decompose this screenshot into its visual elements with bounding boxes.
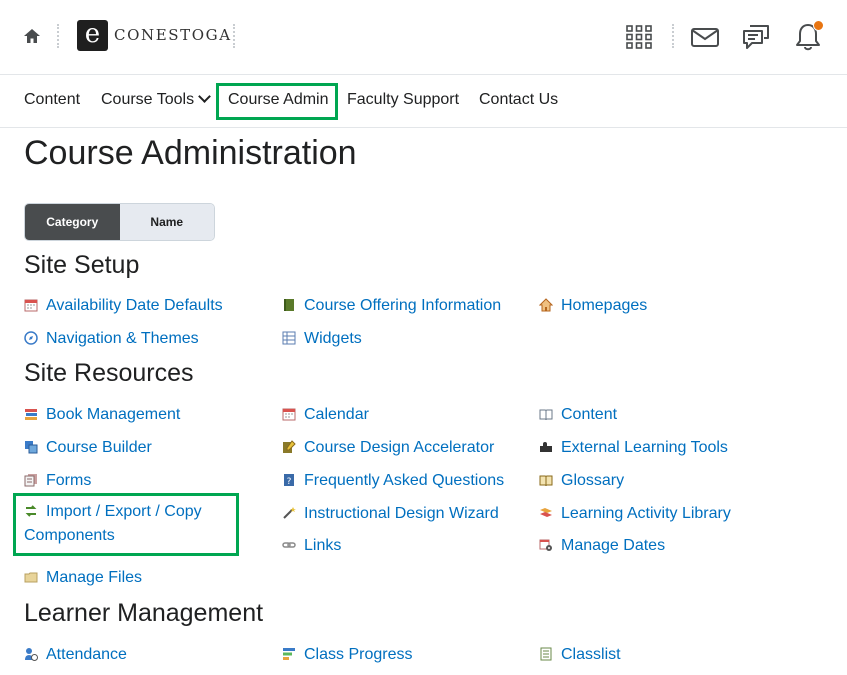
faq-icon: ?	[284, 474, 294, 487]
link-availability-date-defaults[interactable]: Availability Date Defaults	[24, 296, 223, 316]
link-forms[interactable]: Forms	[24, 471, 91, 491]
link-label: Instructional Design Wizard	[304, 505, 499, 522]
link-content[interactable]: Content	[539, 405, 617, 425]
link-label: Widgets	[304, 330, 362, 347]
chevron-down-icon	[198, 90, 211, 103]
link-homepages[interactable]: Homepages	[539, 296, 647, 316]
link-learning-activity-library[interactable]: Learning Activity Library	[539, 504, 731, 524]
house-icon	[539, 298, 553, 312]
link-label: Course Offering Information	[304, 297, 502, 314]
attendance-icon	[25, 648, 38, 661]
link-course-builder[interactable]: Course Builder	[24, 438, 152, 458]
calendar-gear-icon	[539, 539, 552, 551]
link-class-progress[interactable]: Class Progress	[282, 645, 412, 665]
builder-icon	[25, 441, 38, 454]
link-calendar[interactable]: Calendar	[282, 405, 369, 425]
mail-icon[interactable]	[689, 21, 721, 53]
open-book-icon	[539, 409, 553, 421]
link-glossary[interactable]: Glossary	[539, 471, 624, 491]
book-icon	[284, 299, 294, 311]
link-links[interactable]: Links	[282, 536, 341, 556]
link-label: Learning Activity Library	[561, 505, 731, 522]
link-course-offering-information[interactable]: Course Offering Information	[282, 296, 501, 316]
course-navbar: Content Course Tools Course Admin Facult…	[0, 75, 847, 128]
highlight-box	[216, 83, 338, 120]
forms-icon	[24, 474, 37, 487]
divider	[672, 24, 674, 48]
nav-contact-us[interactable]: Contact Us	[479, 91, 558, 109]
link-frequently-asked-questions[interactable]: ? Frequently Asked Questions	[282, 471, 504, 491]
link-label: External Learning Tools	[561, 439, 728, 456]
link-label: Glossary	[561, 472, 625, 489]
chat-icon[interactable]	[740, 21, 772, 53]
section-heading-site-resources: Site Resources	[24, 359, 194, 387]
link-label: Frequently Asked Questions	[304, 472, 505, 489]
link-label: Book Management	[46, 406, 181, 423]
books-icon	[25, 409, 37, 420]
link-widgets[interactable]: Widgets	[282, 329, 362, 349]
conestoga-logo[interactable]: e CONESTOGA	[77, 19, 232, 51]
nav-course-tools-label: Course Tools	[101, 91, 195, 108]
link-attendance[interactable]: Attendance	[24, 645, 127, 665]
home-icon[interactable]	[22, 26, 42, 46]
link-label: Links	[304, 537, 342, 554]
progress-icon	[283, 648, 295, 660]
view-toggle: Category Name	[24, 203, 215, 241]
link-external-learning-tools[interactable]: External Learning Tools	[539, 438, 728, 458]
section-heading-site-setup: Site Setup	[24, 251, 140, 279]
link-book-management[interactable]: Book Management	[24, 405, 180, 425]
calendar-icon	[282, 408, 296, 421]
logo-text: CONESTOGA	[114, 26, 232, 44]
library-icon	[540, 508, 552, 517]
link-label: Manage Files	[46, 569, 143, 586]
chain-link-icon	[282, 542, 296, 548]
wand-icon	[283, 507, 296, 519]
link-label: Manage Dates	[561, 537, 666, 554]
link-course-design-accelerator[interactable]: Course Design Accelerator	[282, 438, 494, 458]
notification-dot	[813, 20, 824, 31]
puzzle-icon	[540, 442, 552, 452]
calendar-icon	[24, 299, 38, 312]
toggle-category-button[interactable]: Category	[25, 204, 120, 240]
list-icon	[540, 647, 552, 661]
nav-content[interactable]: Content	[24, 91, 80, 109]
link-label: Navigation & Themes	[46, 330, 199, 347]
section-heading-learner-management: Learner Management	[24, 599, 264, 627]
compass-icon	[24, 331, 38, 345]
glossary-book-icon	[539, 475, 553, 487]
link-manage-dates[interactable]: Manage Dates	[539, 536, 665, 556]
link-label: Calendar	[304, 406, 369, 423]
folder-icon	[24, 572, 38, 583]
link-instructional-design-wizard[interactable]: Instructional Design Wizard	[282, 504, 499, 524]
svg-text:?: ?	[287, 477, 292, 487]
pencil-book-icon	[283, 440, 296, 453]
widget-grid-icon	[282, 331, 296, 345]
divider	[233, 24, 235, 48]
link-label: Course Builder	[46, 439, 152, 456]
link-label: Availability Date Defaults	[46, 297, 223, 314]
link-manage-files[interactable]: Manage Files	[24, 568, 142, 588]
page-title: Course Administration	[24, 134, 357, 172]
link-label: Content	[561, 406, 618, 423]
divider	[57, 24, 59, 48]
link-label: Course Design Accelerator	[304, 439, 495, 456]
highlight-box	[13, 493, 239, 556]
nav-course-tools[interactable]: Course Tools	[101, 90, 211, 109]
link-label: Homepages	[561, 297, 648, 314]
nav-faculty-support[interactable]: Faculty Support	[347, 91, 459, 109]
link-label: Attendance	[46, 646, 127, 663]
link-navigation-themes[interactable]: Navigation & Themes	[24, 329, 199, 349]
top-bar: e CONESTOGA	[0, 0, 847, 75]
link-label: Forms	[46, 472, 92, 489]
toggle-name-button[interactable]: Name	[119, 204, 214, 240]
link-classlist[interactable]: Classlist	[539, 645, 621, 665]
waffle-grid-icon[interactable]	[623, 21, 655, 53]
link-label: Classlist	[561, 646, 621, 663]
logo-mark: e	[77, 19, 108, 51]
link-label: Class Progress	[304, 646, 413, 663]
